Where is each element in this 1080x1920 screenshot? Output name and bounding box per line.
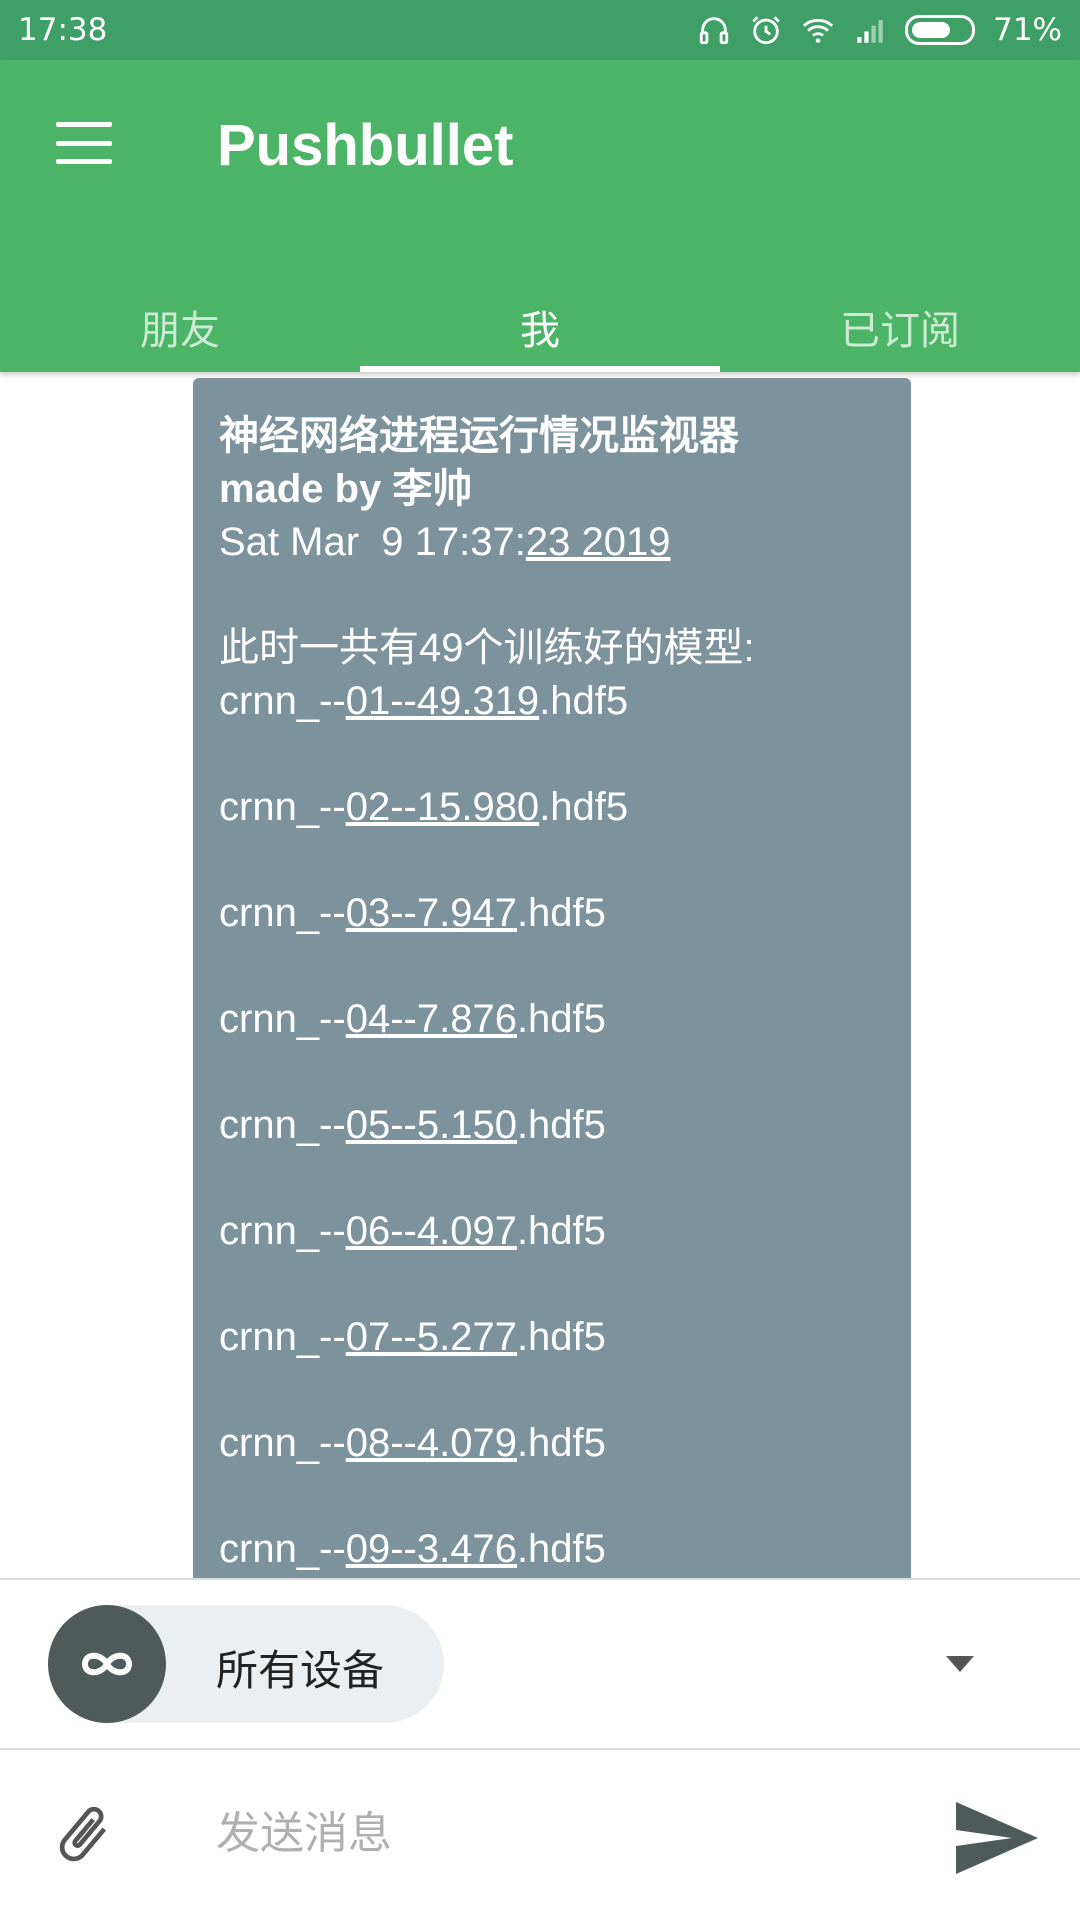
file-link[interactable]: 05--5.150 (346, 1103, 517, 1147)
file-entry: crnn_--06--4.097.hdf5 (219, 1209, 606, 1253)
push-list[interactable]: 神经网络进程运行情况监视器 made by 李帅 Sat Mar 9 17:37… (0, 372, 1080, 1578)
wifi-icon (802, 18, 834, 43)
tab-friends[interactable]: 朋友 (0, 270, 360, 372)
tab-me[interactable]: 我 (360, 270, 720, 372)
file-entry: crnn_--02--15.980.hdf5 (219, 785, 629, 829)
infinity-icon (48, 1605, 166, 1723)
device-selector-row[interactable]: 所有设备 (0, 1580, 1080, 1748)
message-bubble[interactable]: 神经网络进程运行情况监视器 made by 李帅 Sat Mar 9 17:37… (193, 378, 911, 1578)
menu-icon[interactable] (56, 122, 112, 164)
alarm-icon (752, 16, 780, 45)
app-title: Pushbullet (217, 113, 514, 178)
signal-icon (857, 20, 883, 43)
date-link[interactable]: 23 2019 (526, 520, 671, 564)
file-entry: crnn_--03--7.947.hdf5 (219, 891, 606, 935)
status-icons: 71% (697, 12, 1062, 48)
app-bar: Pushbullet 朋友 我 已订阅 (0, 60, 1080, 372)
file-entry: crnn_--07--5.277.hdf5 (219, 1315, 606, 1359)
battery-percent: 71% (993, 12, 1062, 48)
file-link[interactable]: 02--15.980 (346, 785, 539, 829)
send-icon[interactable] (952, 1798, 1042, 1878)
file-link[interactable]: 03--7.947 (346, 891, 517, 935)
message-summary: 此时一共有49个训练好的模型: (219, 626, 755, 670)
file-link[interactable]: 06--4.097 (346, 1209, 517, 1253)
file-link[interactable]: 08--4.079 (346, 1421, 517, 1465)
file-entry: crnn_--04--7.876.hdf5 (219, 997, 606, 1041)
tab-subscriptions[interactable]: 已订阅 (720, 270, 1080, 372)
tab-bar: 朋友 我 已订阅 (0, 270, 1080, 372)
message-author: made by 李帅 (219, 467, 473, 511)
file-entry: crnn_--08--4.079.hdf5 (219, 1421, 606, 1465)
device-selector[interactable]: 所有设备 (48, 1605, 444, 1723)
file-link[interactable]: 07--5.277 (346, 1315, 517, 1359)
file-entry: crnn_--09--3.476.hdf5 (219, 1527, 606, 1571)
file-list: crnn_--01--49.319.hdf5 crnn_--02--15.980.… (219, 675, 885, 1576)
status-time: 17:38 (18, 12, 108, 48)
composer (0, 1750, 1080, 1920)
message-input[interactable] (216, 1798, 916, 1868)
file-link[interactable]: 04--7.876 (346, 997, 517, 1041)
file-entry: crnn_--01--49.319.hdf5 (219, 679, 629, 723)
message-date: Sat Mar 9 17:37:23 2019 (219, 520, 671, 564)
file-link[interactable]: 09--3.476 (346, 1527, 517, 1571)
headphones-icon (699, 17, 729, 45)
battery-icon (905, 15, 976, 45)
message-title: 神经网络进程运行情况监视器 (219, 414, 739, 458)
file-link[interactable]: 01--49.319 (346, 679, 539, 723)
file-entry: crnn_--05--5.150.hdf5 (219, 1103, 606, 1147)
status-bar: 17:38 71% (0, 0, 1080, 60)
device-label: 所有设备 (216, 1646, 385, 1695)
dropdown-arrow-icon[interactable] (944, 1654, 976, 1674)
attach-icon[interactable] (48, 1794, 118, 1874)
